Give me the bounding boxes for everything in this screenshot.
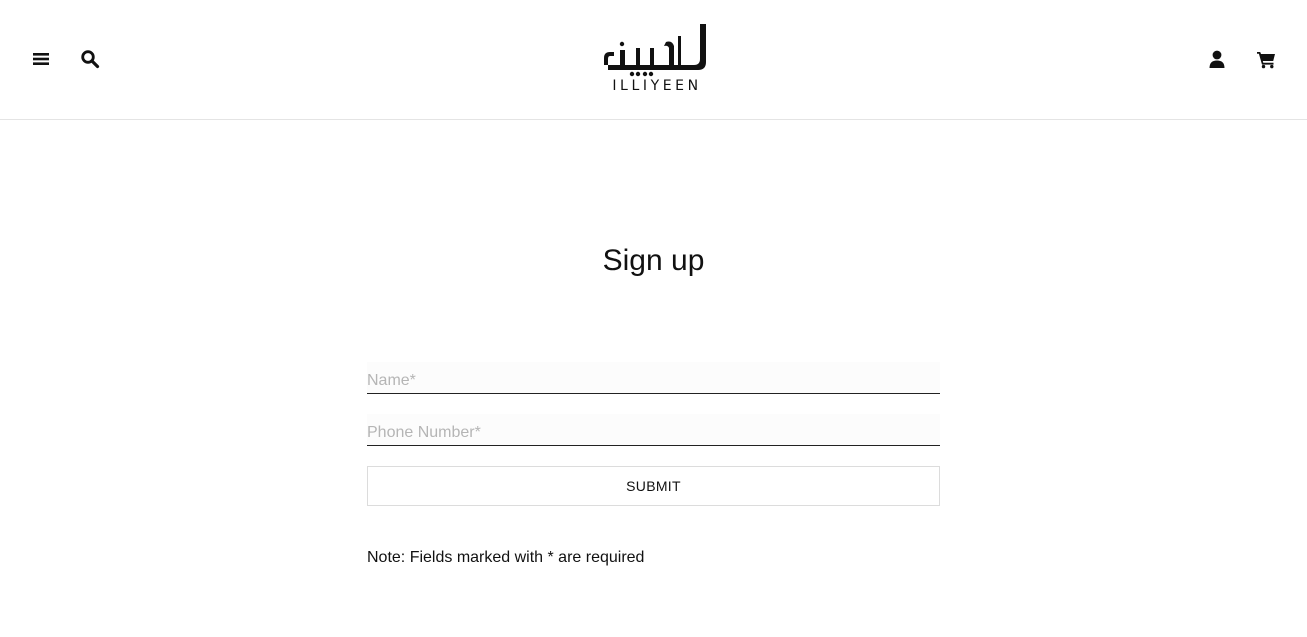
required-fields-note: Note: Fields marked with * are required — [367, 549, 645, 566]
user-icon[interactable] — [1207, 49, 1227, 69]
shopping-cart-icon[interactable] — [1256, 49, 1276, 69]
logo-calligraphy-mark — [604, 24, 706, 77]
site-header: ILLIYEEN — [0, 0, 1307, 120]
signup-form: SUBMIT — [367, 362, 940, 506]
submit-button[interactable]: SUBMIT — [367, 466, 940, 506]
search-icon[interactable] — [80, 49, 100, 69]
site-logo[interactable]: ILLIYEEN — [600, 18, 710, 98]
name-input[interactable] — [367, 362, 940, 394]
page-title: Sign up — [602, 244, 705, 277]
phone-number-input[interactable] — [367, 414, 940, 446]
logo-wordmark: ILLIYEEN — [612, 78, 702, 94]
hamburger-menu-icon[interactable] — [31, 49, 51, 69]
